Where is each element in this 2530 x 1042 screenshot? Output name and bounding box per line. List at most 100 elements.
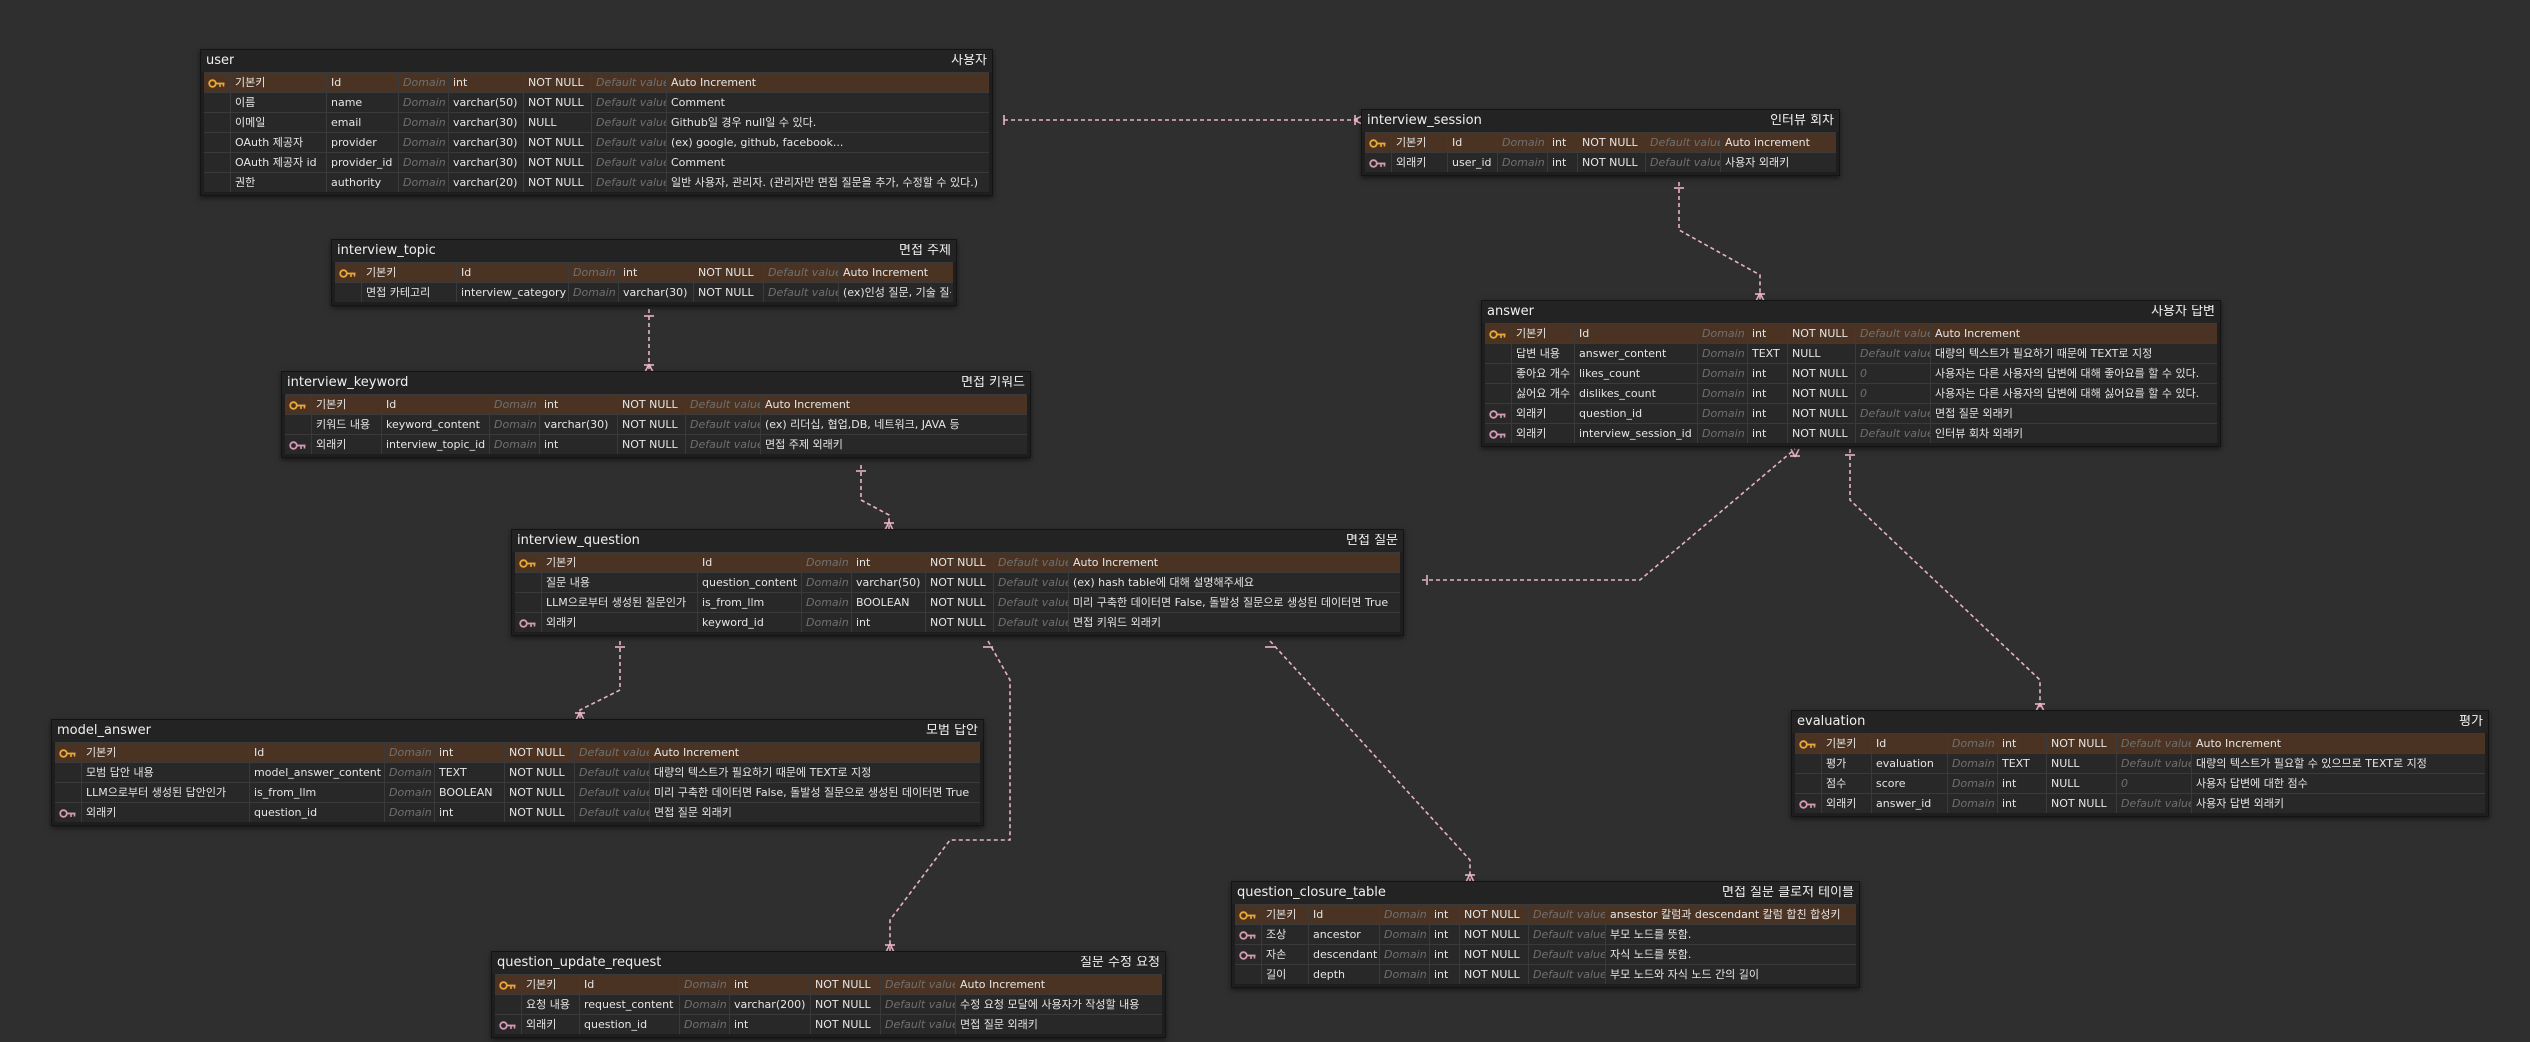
primary-key-row[interactable]: 기본키 Id Domain int NOT NULL Default value Auto … (515, 552, 1400, 572)
cell-nullable[interactable]: NOT NULL (2046, 794, 2116, 813)
column-row[interactable]: 답변 내용 answer_content Domain TEXT NULL Default… (1485, 343, 2217, 363)
foreign-key-row[interactable]: 자손 descendant Domain int NOT NULL Default val… (1235, 944, 1856, 964)
cell-default[interactable]: Default value (2116, 734, 2191, 753)
cell-type[interactable]: int (539, 395, 617, 414)
column-row[interactable]: 이메일 email Domain varchar(30) NULL Default val… (204, 112, 989, 132)
table-name[interactable]: user (206, 54, 234, 68)
cell-domain[interactable]: Domain (801, 573, 851, 592)
table-user[interactable]: user 사용자 기본키 Id Domain int NOT NULL Default val… (200, 49, 993, 196)
cell-comment[interactable]: 면접 주제 외래키 (760, 435, 1025, 454)
cell-logical[interactable]: 이메일 (230, 113, 326, 132)
cell-type[interactable]: varchar(30) (539, 415, 617, 434)
cell-logical[interactable]: 기본키 (1391, 133, 1447, 152)
column-row[interactable]: 길이 depth Domain int NOT NULL Default value 부모 … (1235, 964, 1856, 984)
table-interview-topic[interactable]: interview_topic 면접 주제 기본키 Id Domain int NOT NU… (331, 239, 957, 306)
cell-logical[interactable]: 기본키 (1511, 324, 1574, 343)
cell-logical[interactable]: 이름 (230, 93, 326, 112)
column-row[interactable]: 이름 name Domain varchar(50) NOT NULL Default v… (204, 92, 989, 112)
table-name[interactable]: interview_question (517, 534, 640, 548)
cell-logical[interactable]: LLM으로부터 생성된 질문인가 (541, 593, 697, 612)
cell-logical[interactable]: 모범 답안 내용 (81, 763, 249, 782)
cell-domain[interactable]: Domain (679, 1015, 729, 1034)
cell-domain[interactable]: Domain (801, 553, 851, 572)
cell-physical[interactable]: provider (326, 133, 398, 152)
cell-type[interactable]: TEXT (1997, 754, 2046, 773)
cell-nullable[interactable]: NOT NULL (523, 173, 591, 192)
table-question-closure-table[interactable]: question_closure_table 면접 질문 클로저 테이블 기본키 Id… (1231, 881, 1860, 988)
cell-comment[interactable]: (ex) google, github, facebook... (666, 133, 987, 152)
cell-physical[interactable]: is_from_llm (697, 593, 801, 612)
cell-comment[interactable]: 사용자 답변 외래키 (2191, 794, 2483, 813)
cell-comment[interactable]: 면접 키워드 외래키 (1068, 613, 1398, 632)
cell-logical[interactable]: 면접 카테고리 (361, 283, 456, 302)
cell-nullable[interactable]: NOT NULL (1787, 364, 1855, 383)
table-name[interactable]: answer (1487, 305, 1534, 319)
cell-domain[interactable]: Domain (801, 613, 851, 632)
table-comment[interactable]: 모범 답안 (926, 724, 978, 738)
cell-physical[interactable]: answer_id (1871, 794, 1947, 813)
primary-key-row[interactable]: 기본키 Id Domain int NOT NULL Default value Auto … (1365, 132, 1836, 152)
cell-physical[interactable]: user_id (1447, 153, 1497, 172)
cell-logical[interactable]: 외래키 (1511, 404, 1574, 423)
table-interview-question[interactable]: interview_question 면접 질문 기본키 Id Domain int NOT… (511, 529, 1404, 636)
cell-nullable[interactable]: NOT NULL (523, 73, 591, 92)
cell-nullable[interactable]: NOT NULL (504, 803, 574, 822)
cell-logical[interactable]: OAuth 제공자 id (230, 153, 326, 172)
cell-type[interactable]: int (851, 613, 925, 632)
cell-comment[interactable]: 대량의 텍스트가 필요하기 때문에 TEXT로 지정 (1930, 344, 2215, 363)
cell-default[interactable]: 0 (1855, 364, 1930, 383)
foreign-key-row[interactable]: 외래키 keyword_id Domain int NOT NULL Default va… (515, 612, 1400, 632)
cell-logical[interactable]: 싫어요 개수 (1511, 384, 1574, 403)
cell-type[interactable]: int (729, 1015, 810, 1034)
cell-physical[interactable]: Id (326, 73, 398, 92)
table-interview-keyword[interactable]: interview_keyword 면접 키워드 기본키 Id Domain int NOT… (281, 371, 1031, 458)
cell-physical[interactable]: authority (326, 173, 398, 192)
cell-default[interactable]: Default value (591, 133, 666, 152)
table-header[interactable]: question_update_request 질문 수정 요청 (492, 952, 1165, 974)
cell-default[interactable]: Default value (763, 283, 838, 302)
cell-domain[interactable]: Domain (801, 593, 851, 612)
table-header[interactable]: interview_question 면접 질문 (512, 530, 1403, 552)
table-interview-session[interactable]: interview_session 인터뷰 회차 기본키 Id Domain int NOT… (1361, 109, 1840, 176)
cell-logical[interactable]: 기본키 (230, 73, 326, 92)
cell-physical[interactable]: email (326, 113, 398, 132)
cell-default[interactable]: Default value (1855, 404, 1930, 423)
cell-nullable[interactable]: NOT NULL (925, 573, 993, 592)
cell-domain[interactable]: Domain (489, 415, 539, 434)
erd-canvas[interactable]: user 사용자 기본키 Id Domain int NOT NULL Default val… (0, 0, 2530, 1042)
primary-key-row[interactable]: 기본키 Id Domain int NOT NULL Default value anses… (1235, 904, 1856, 924)
table-header[interactable]: answer 사용자 답변 (1482, 301, 2220, 323)
table-name[interactable]: interview_session (1367, 114, 1482, 128)
cell-physical[interactable]: Id (456, 263, 568, 282)
cell-default[interactable]: Default value (880, 975, 955, 994)
cell-logical[interactable]: 자손 (1261, 945, 1308, 964)
cell-logical[interactable]: 기본키 (541, 553, 697, 572)
cell-domain[interactable]: Domain (568, 283, 618, 302)
primary-key-row[interactable]: 기본키 Id Domain int NOT NULL Default value Auto … (1795, 733, 2485, 753)
cell-nullable[interactable]: NOT NULL (1787, 384, 1855, 403)
cell-default[interactable]: Default value (993, 613, 1068, 632)
cell-default[interactable]: Default value (1528, 905, 1605, 924)
cell-default[interactable]: 0 (1855, 384, 1930, 403)
table-name[interactable]: interview_topic (337, 244, 436, 258)
table-comment[interactable]: 면접 질문 클로저 테이블 (1722, 886, 1854, 900)
cell-comment[interactable]: 일반 사용자, 관리자. (관리자만 면접 질문을 추가, 수정할 수 있다.) (666, 173, 987, 192)
foreign-key-row[interactable]: 외래키 answer_id Domain int NOT NULL Default val… (1795, 793, 2485, 813)
cell-default[interactable]: Default value (1528, 965, 1605, 984)
cell-logical[interactable]: 좋아요 개수 (1511, 364, 1574, 383)
cell-physical[interactable]: question_id (1574, 404, 1697, 423)
cell-default[interactable]: Default value (574, 803, 649, 822)
primary-key-row[interactable]: 기본키 Id Domain int NOT NULL Default value Auto … (204, 72, 989, 92)
column-row[interactable]: OAuth 제공자 id provider_id Domain varchar(30)… (204, 152, 989, 172)
rel-keyword-question[interactable] (856, 465, 894, 531)
cell-physical[interactable]: Id (579, 975, 679, 994)
cell-comment[interactable]: Auto increment (1720, 133, 1834, 152)
table-header[interactable]: user 사용자 (201, 50, 992, 72)
cell-type[interactable]: int (1997, 794, 2046, 813)
cell-physical[interactable]: interview_category (456, 283, 568, 302)
cell-domain[interactable]: Domain (384, 743, 434, 762)
cell-default[interactable]: Default value (591, 153, 666, 172)
cell-type[interactable]: int (618, 263, 693, 282)
primary-key-row[interactable]: 기본키 Id Domain int NOT NULL Default value Auto … (335, 262, 953, 282)
cell-type[interactable]: int (1997, 774, 2046, 793)
